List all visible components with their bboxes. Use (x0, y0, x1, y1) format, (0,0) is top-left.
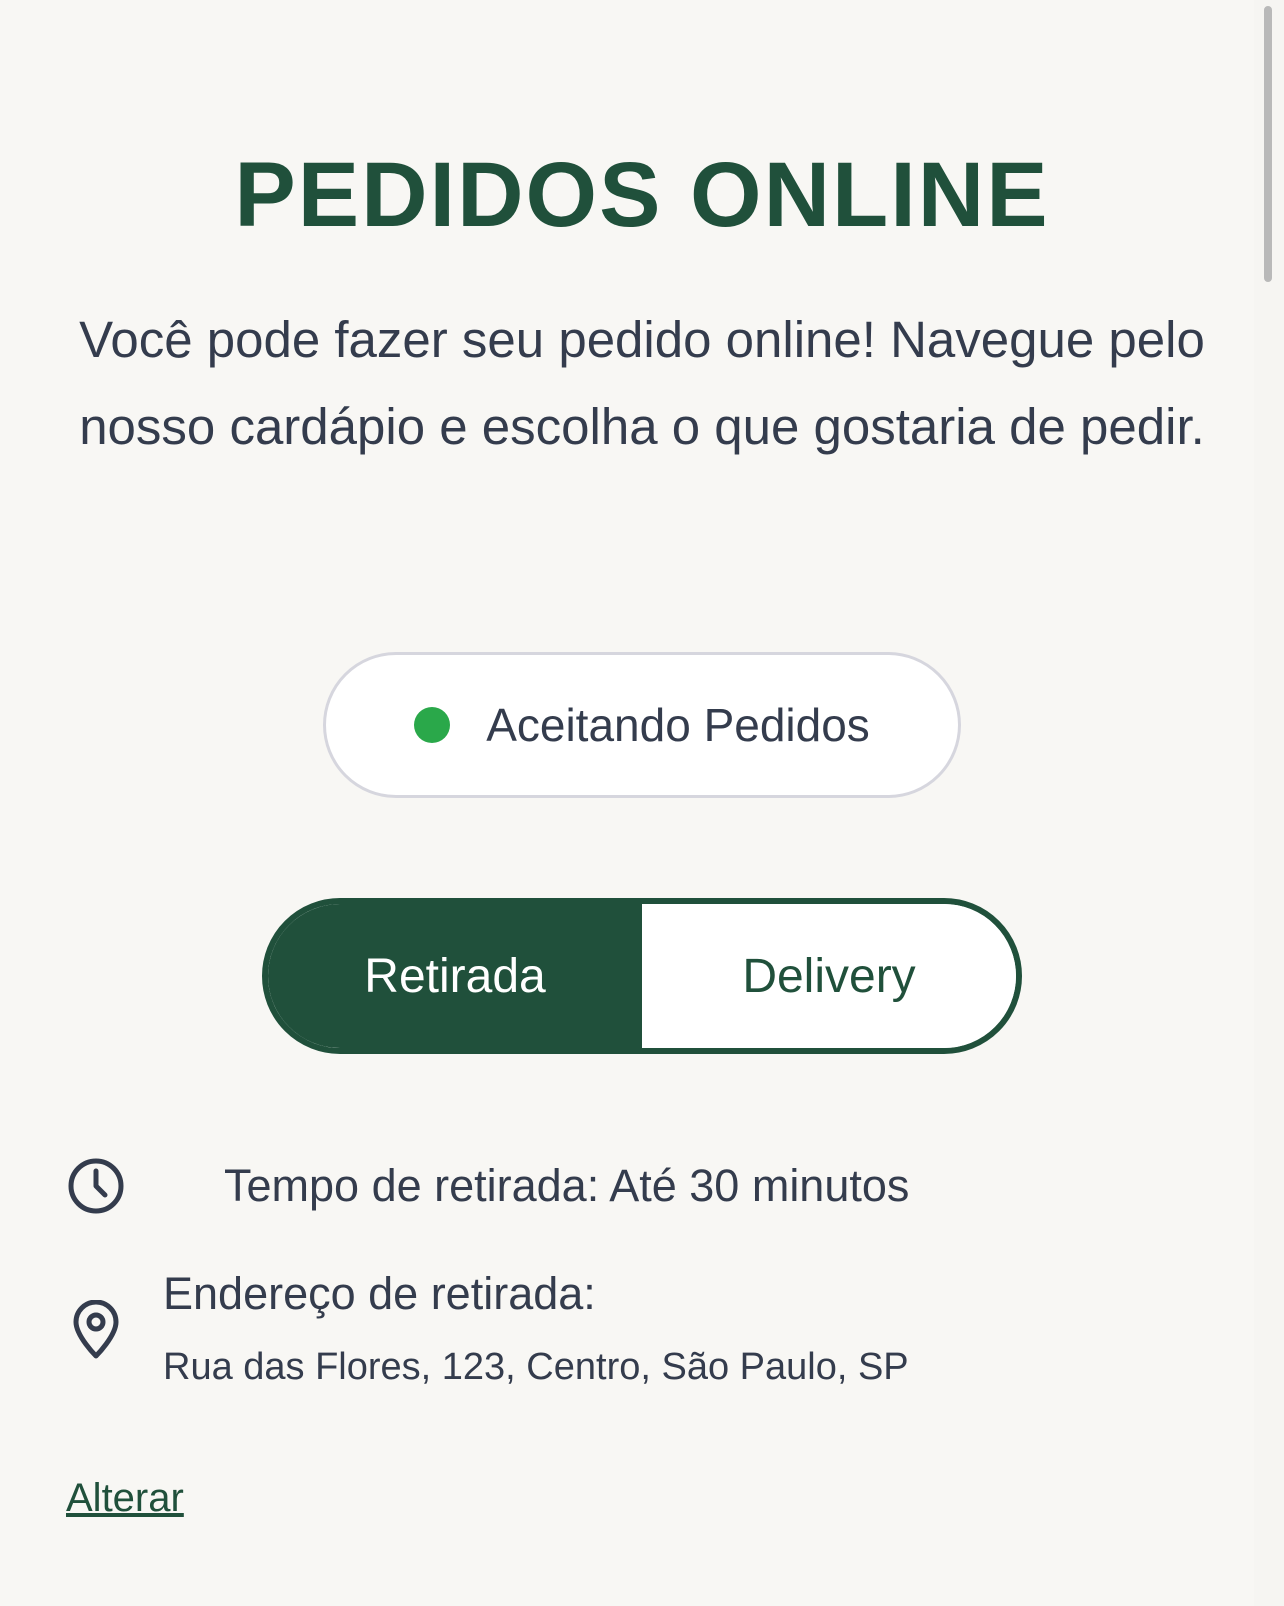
pickup-time-row: Tempo de retirada: Até 30 minutos (66, 1156, 909, 1216)
clock-icon (66, 1156, 126, 1216)
mode-option-delivery[interactable]: Delivery (642, 904, 1016, 1048)
mode-option-retirada[interactable]: Retirada (268, 904, 642, 1048)
change-link[interactable]: Alterar (66, 1476, 184, 1521)
order-mode-toggle: Retirada Delivery (262, 898, 1022, 1054)
page-title: PEDIDOS ONLINE (234, 144, 1050, 246)
status-indicator-dot (414, 707, 451, 743)
pickup-address-value: Rua das Flores, 123, Centro, São Paulo, … (163, 1346, 909, 1388)
map-pin-icon (66, 1300, 126, 1360)
pickup-time-text: Tempo de retirada: Até 30 minutos (224, 1160, 910, 1211)
intro-text: Você pode fazer seu pedido online! Naveg… (79, 311, 1205, 455)
order-status-badge: Aceitando Pedidos (323, 652, 961, 798)
pickup-address-label: Endereço de retirada: (163, 1268, 596, 1319)
status-label: Aceitando Pedidos (486, 699, 870, 751)
